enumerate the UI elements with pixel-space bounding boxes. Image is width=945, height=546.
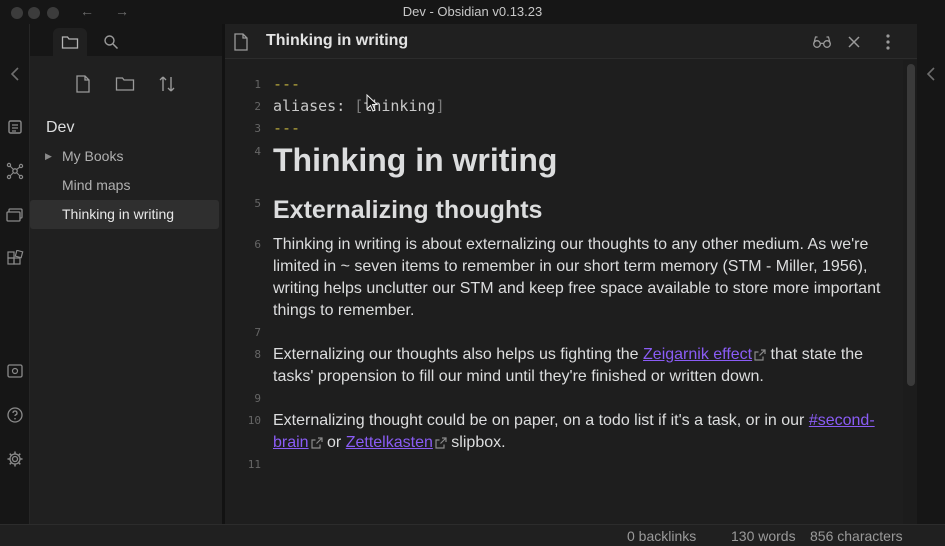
line-number: 9: [254, 392, 261, 405]
window-title: Dev - Obsidian v0.13.23: [402, 4, 543, 19]
paragraph-text: slipbox.: [446, 434, 506, 451]
tree-folder-my-books[interactable]: ▶ My Books: [30, 142, 219, 171]
line-number: 7: [254, 326, 261, 339]
settings-gear-icon[interactable]: [5, 449, 25, 469]
search-icon: [104, 35, 119, 50]
line-number: 3: [254, 122, 261, 135]
help-icon[interactable]: [5, 405, 25, 425]
line-number: 2: [254, 100, 261, 113]
preview-mode-icon[interactable]: [812, 32, 832, 52]
backlinks-count[interactable]: 0 backlinks: [627, 528, 696, 544]
frontmatter-bracket-open: [: [354, 97, 364, 115]
new-note-icon[interactable]: [71, 72, 95, 96]
frontmatter-aliases: aliases: [thinking]: [273, 97, 445, 115]
line-number: 11: [247, 458, 261, 471]
paragraph-text: Externalizing our thoughts also helps us…: [273, 346, 644, 363]
editor-content[interactable]: 1 2 3 4 5 6 7 8 9 10 11 --- aliases: [th…: [225, 60, 917, 524]
tab-file-explorer[interactable]: [53, 28, 87, 56]
tree-file-mind-maps[interactable]: Mind maps: [30, 171, 219, 200]
word-count: 130 words: [731, 528, 796, 544]
scrollbar-thumb[interactable]: [907, 64, 915, 386]
sort-order-icon[interactable]: [155, 72, 179, 96]
expand-right-sidebar-icon[interactable]: [926, 67, 936, 81]
more-options-icon[interactable]: [878, 32, 898, 52]
line-number: 6: [254, 238, 261, 251]
quick-switcher-icon[interactable]: [5, 117, 25, 137]
paragraph-1: Thinking in writing is about externalizi…: [273, 236, 881, 319]
status-bar: 0 backlinks 130 words 856 characters: [0, 524, 945, 546]
frontmatter-open: ---: [273, 75, 301, 93]
paragraph-2: Externalizing our thoughts also helps us…: [273, 344, 893, 388]
editor-scrollbar[interactable]: [903, 60, 917, 524]
external-link-icon: [754, 349, 766, 361]
sidebar-tab-bar: [30, 24, 222, 56]
line-number: 10: [247, 414, 261, 427]
folder-icon: [61, 36, 79, 49]
external-link-zeigarnik[interactable]: Zeigarnik effect: [643, 346, 752, 363]
paragraph-text: Externalizing thought could be on paper,…: [273, 412, 809, 429]
frontmatter-bracket-close: ]: [435, 97, 445, 115]
tree-item-label: Mind maps: [62, 177, 131, 193]
heading-2: Externalizing thoughts: [273, 196, 543, 224]
external-link-icon: [435, 437, 447, 449]
editor-pane: Thinking in writing 1 2 3 4 5 6 7 8 9 10…: [225, 24, 917, 524]
close-icon[interactable]: [844, 32, 864, 52]
new-folder-icon[interactable]: [113, 72, 137, 96]
external-link-zettelkasten[interactable]: Zettelkasten: [346, 434, 433, 451]
line-number: 5: [254, 197, 261, 210]
tree-item-label: My Books: [62, 148, 124, 164]
heading-1: Thinking in writing: [273, 142, 558, 178]
paragraph-3: Externalizing thought could be on paper,…: [273, 410, 893, 454]
frontmatter-close: ---: [273, 119, 301, 137]
character-count: 856 characters: [810, 528, 903, 544]
collapse-triangle-icon[interactable]: ▶: [45, 142, 52, 171]
line-number: 8: [254, 348, 261, 361]
vault-name[interactable]: Dev: [46, 119, 74, 137]
tree-item-label: Thinking in writing: [62, 206, 175, 222]
line-number: 4: [254, 145, 261, 158]
tree-file-thinking-in-writing[interactable]: Thinking in writing: [30, 200, 219, 229]
view-header: Thinking in writing: [225, 24, 917, 59]
community-plugins-icon[interactable]: [5, 249, 25, 269]
open-vault-icon[interactable]: [5, 361, 25, 381]
file-explorer-sidebar: Dev ▶ My Books Mind maps Thinking in wri…: [30, 24, 222, 524]
right-sidebar-collapsed: [917, 24, 945, 524]
note-title[interactable]: Thinking in writing: [266, 32, 408, 50]
graph-view-icon[interactable]: [5, 161, 25, 181]
line-number: 1: [254, 78, 261, 91]
title-bar: ← → Dev - Obsidian v0.13.23: [0, 0, 945, 24]
left-ribbon: [0, 24, 30, 524]
slides-icon[interactable]: [5, 205, 25, 225]
collapse-left-sidebar-icon[interactable]: [5, 64, 25, 84]
tab-search[interactable]: [94, 28, 128, 56]
external-link-icon: [310, 437, 323, 449]
frontmatter-key: aliases:: [273, 97, 346, 115]
paragraph-text: or: [322, 434, 346, 451]
mouse-cursor-icon: [366, 94, 378, 112]
document-icon[interactable]: [231, 32, 251, 52]
